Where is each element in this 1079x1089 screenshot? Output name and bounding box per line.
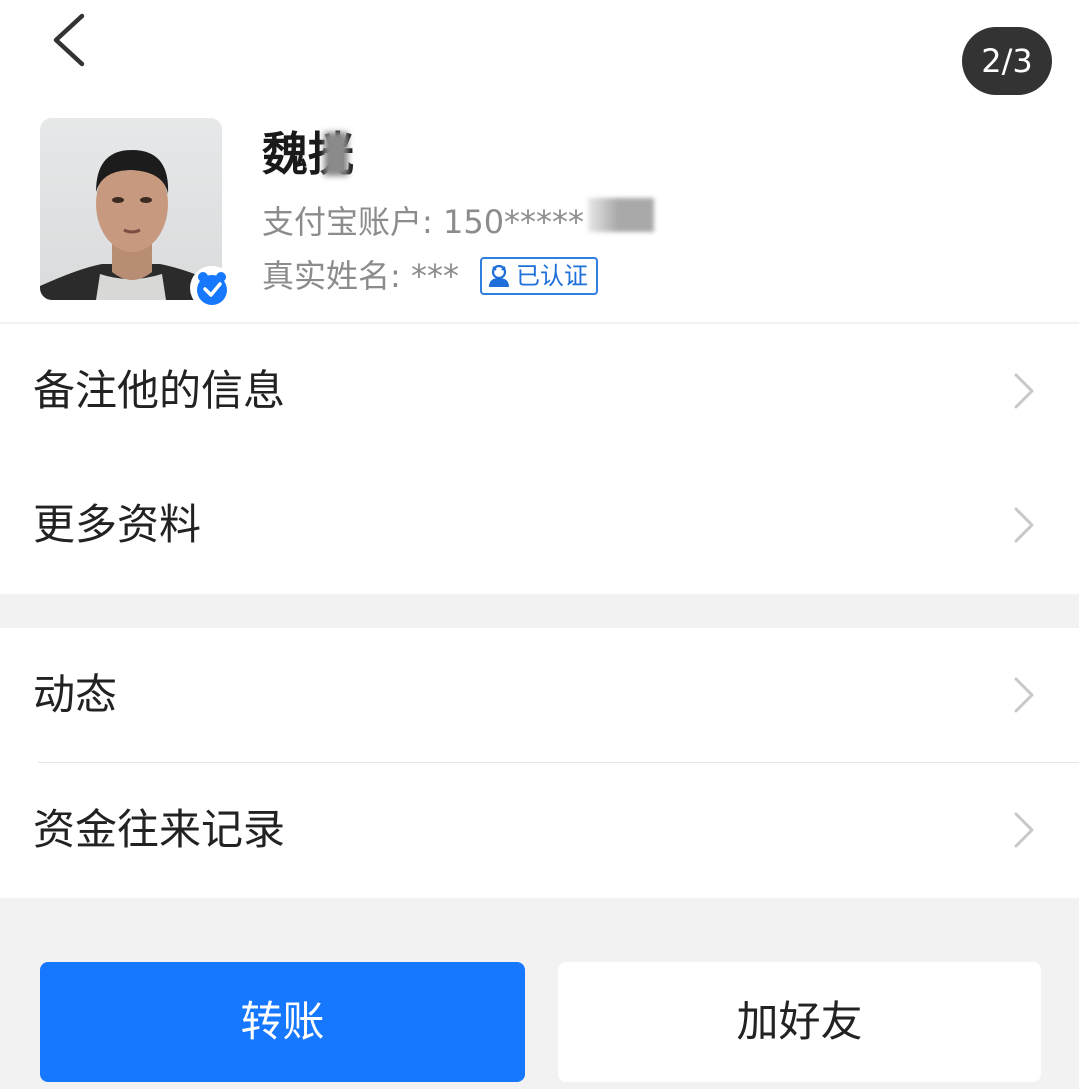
menu-item-label: 更多资料 xyxy=(33,500,202,549)
menu-item-label: 备注他的信息 xyxy=(33,366,286,415)
certified-label: 已认证 xyxy=(516,262,588,290)
chevron-right-icon xyxy=(1014,812,1034,848)
name-redaction xyxy=(324,132,348,176)
account-value: 150***** xyxy=(442,203,585,241)
account-redaction xyxy=(588,198,654,232)
certified-icon xyxy=(489,264,509,287)
realname-row: 真实姓名: *** xyxy=(262,254,459,298)
verified-badge xyxy=(190,266,234,310)
menu-item-label: 动态 xyxy=(33,670,118,719)
menu-item-more-info[interactable]: 更多资料 xyxy=(0,458,1079,592)
certified-badge: 已认证 xyxy=(480,257,598,295)
profile-menu-section-1: 备注他的信息 更多资料 xyxy=(0,324,1079,594)
menu-item-label: 资金往来记录 xyxy=(33,805,286,854)
menu-item-remark[interactable]: 备注他的信息 xyxy=(0,324,1079,458)
back-icon xyxy=(53,13,85,67)
account-row: 支付宝账户: 150***** xyxy=(262,200,584,244)
profile-menu-section-2: 动态 资金往来记录 xyxy=(0,628,1079,898)
transfer-button[interactable]: 转账 xyxy=(40,962,525,1082)
verified-icon xyxy=(197,272,227,305)
profile-header: 2/3 魏挄 支付宝账户: 150***** 真实姓名: *** 已认证 xyxy=(0,0,1079,322)
realname-value: *** xyxy=(410,257,459,295)
chevron-right-icon xyxy=(1014,373,1034,409)
back-button[interactable] xyxy=(40,10,100,70)
realname-label: 真实姓名: xyxy=(262,257,411,295)
add-friend-button[interactable]: 加好友 xyxy=(558,962,1041,1082)
menu-item-transactions[interactable]: 资金往来记录 xyxy=(0,763,1079,897)
chevron-right-icon xyxy=(1014,677,1034,713)
chevron-right-icon xyxy=(1014,507,1034,543)
page-indicator: 2/3 xyxy=(962,27,1052,95)
menu-item-moments[interactable]: 动态 xyxy=(0,628,1079,762)
account-label: 支付宝账户: xyxy=(262,203,443,241)
